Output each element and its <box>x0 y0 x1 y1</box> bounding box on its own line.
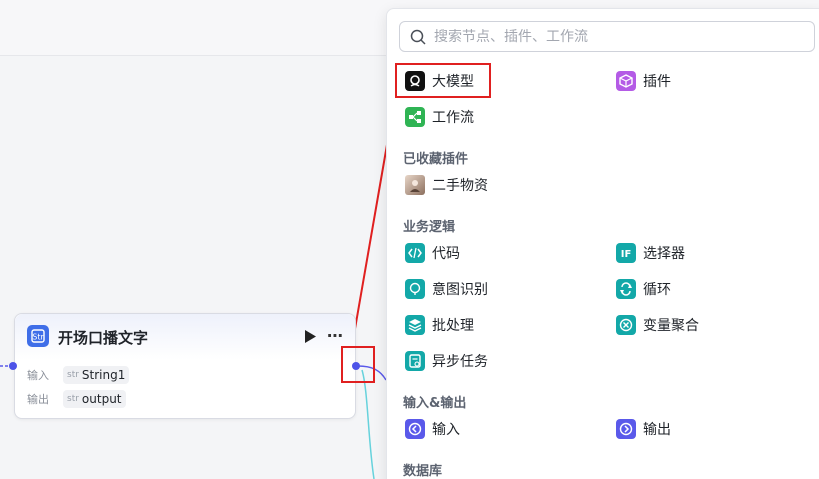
node-item-label: 工作流 <box>432 110 474 126</box>
node-item-label: 代码 <box>432 246 460 262</box>
batch-icon <box>405 315 425 335</box>
output-param-chip: str output <box>63 390 126 408</box>
annotation-box-output-port <box>341 346 375 383</box>
input-name: String1 <box>81 368 126 382</box>
node-title: 开场口播文字 <box>58 329 149 347</box>
node-item-favorite-plugin[interactable]: 二手物资 <box>405 174 488 196</box>
run-node-button[interactable] <box>303 328 317 344</box>
node-item-label: 二手物资 <box>432 178 488 194</box>
output-icon <box>616 419 636 439</box>
node-item-output[interactable]: 输出 <box>616 418 671 440</box>
plugin-cube-icon <box>616 71 636 91</box>
output-name: output <box>81 392 122 406</box>
avatar-icon <box>405 175 425 195</box>
play-icon <box>304 329 316 343</box>
text-node-icon: Str <box>27 325 49 347</box>
search-input[interactable] <box>434 28 794 45</box>
output-type: str <box>67 394 79 404</box>
node-input-port[interactable] <box>9 362 17 370</box>
node-output-row: 输出 str output <box>27 390 126 408</box>
loop-icon <box>616 279 636 299</box>
aggregate-icon <box>616 315 636 335</box>
search-box[interactable] <box>399 21 815 52</box>
input-icon <box>405 419 425 439</box>
if-icon: IF <box>616 243 636 263</box>
node-item-code[interactable]: 代码 <box>405 242 460 264</box>
node-item-input[interactable]: 输入 <box>405 418 460 440</box>
node-item-label: 循环 <box>643 282 671 298</box>
node-item-loop[interactable]: 循环 <box>616 278 671 300</box>
node-item-label: 变量聚合 <box>643 318 699 334</box>
section-title-favorites: 已收藏插件 <box>403 152 469 167</box>
more-options-button[interactable]: ⋯ <box>327 326 344 345</box>
input-type: str <box>67 370 79 380</box>
node-item-workflow[interactable]: 工作流 <box>405 106 474 128</box>
workflow-icon <box>405 107 425 127</box>
node-item-label: 选择器 <box>643 246 685 262</box>
node-item-label: 输入 <box>432 422 460 438</box>
section-title-io: 输入&输出 <box>403 396 467 411</box>
node-item-label: 输出 <box>643 422 671 438</box>
workflow-node-card[interactable]: Str 开场口播文字 ⋯ 输入 str String1 输出 str outpu… <box>14 313 356 419</box>
async-task-icon <box>405 351 425 371</box>
node-item-label: 异步任务 <box>432 354 488 370</box>
node-item-aggregate[interactable]: 变量聚合 <box>616 314 699 336</box>
section-title-database: 数据库 <box>403 464 443 479</box>
code-icon <box>405 243 425 263</box>
node-item-intent[interactable]: 意图识别 <box>405 278 488 300</box>
section-title-logic: 业务逻辑 <box>403 220 456 235</box>
node-item-plugin[interactable]: 插件 <box>616 70 671 92</box>
svg-text:IF: IF <box>621 249 632 260</box>
svg-text:Str: Str <box>32 333 44 342</box>
node-item-label: 意图识别 <box>432 282 488 298</box>
node-item-label: 批处理 <box>432 318 474 334</box>
node-item-label: 插件 <box>643 74 671 90</box>
node-item-batch[interactable]: 批处理 <box>405 314 474 336</box>
search-icon <box>410 29 426 45</box>
node-input-row: 输入 str String1 <box>27 366 130 384</box>
node-item-selector[interactable]: IF 选择器 <box>616 242 685 264</box>
node-item-async-task[interactable]: 异步任务 <box>405 350 488 372</box>
annotation-box-llm <box>395 63 491 98</box>
output-label: 输出 <box>27 393 49 406</box>
input-param-chip: str String1 <box>63 366 130 384</box>
input-label: 输入 <box>27 369 49 382</box>
intent-icon <box>405 279 425 299</box>
